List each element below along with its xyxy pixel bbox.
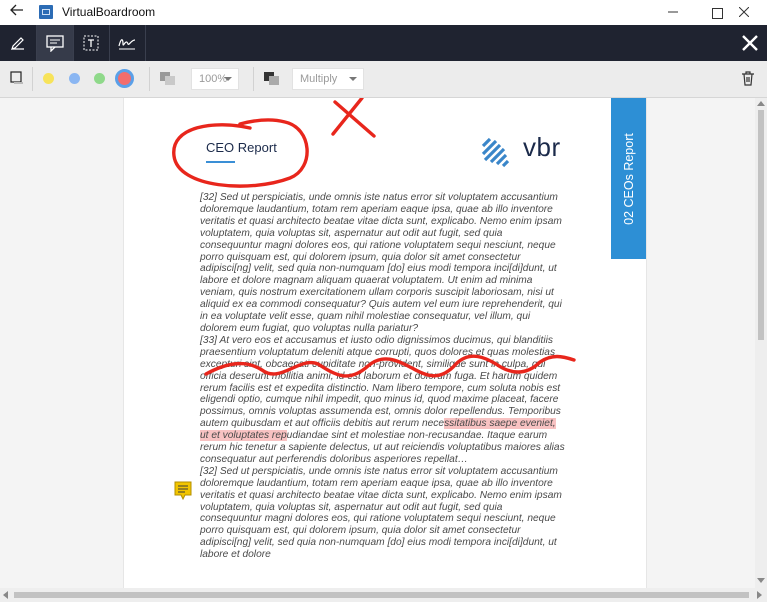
title-underline [206, 161, 235, 163]
opacity-icon [160, 72, 176, 91]
title-bar: VirtualBoardroom [0, 0, 767, 25]
logo-text: vbr [523, 132, 561, 162]
sticky-note-icon[interactable] [174, 481, 192, 506]
paragraph: [32] Sed ut perspiciatis, unde omnis ist… [200, 465, 562, 561]
pen-icon[interactable] [0, 25, 36, 61]
document-viewer[interactable]: CEO Report vbr 02 CEOs Report [32] Sed u… [0, 98, 755, 588]
color-swatch-yellow[interactable] [43, 73, 54, 84]
close-x-icon[interactable] [733, 25, 767, 61]
scroll-thumb[interactable] [14, 592, 749, 598]
document-page[interactable]: CEO Report vbr 02 CEOs Report [32] Sed u… [123, 98, 647, 588]
scroll-thumb[interactable] [758, 110, 764, 340]
square-outline-icon[interactable] [10, 71, 24, 90]
trash-icon[interactable] [741, 71, 755, 91]
vbr-app-icon [39, 5, 53, 19]
signature-icon[interactable] [109, 25, 145, 61]
comment-icon[interactable] [37, 25, 73, 61]
close-icon[interactable] [721, 0, 767, 25]
blend-mode-value: Multiply [300, 73, 338, 85]
section-side-tab[interactable]: 02 CEOs Report [611, 98, 646, 259]
paragraph: [32] Sed ut perspiciatis, unde omnis ist… [200, 192, 562, 334]
color-swatch-red[interactable] [115, 69, 134, 88]
scroll-up-icon[interactable] [757, 101, 765, 106]
scroll-down-icon[interactable] [757, 578, 765, 583]
opacity-dropdown[interactable]: 100% [191, 68, 239, 90]
report-title: CEO Report [206, 140, 277, 155]
opacity-value: 100% [199, 73, 228, 85]
horizontal-scrollbar[interactable] [0, 588, 767, 602]
report-body: [32] Sed ut perspiciatis, unde omnis ist… [200, 192, 566, 561]
color-swatch-blue[interactable] [69, 73, 80, 84]
color-swatch-green[interactable] [94, 73, 105, 84]
paragraph: [33] At vero eos et accusamus et iusto o… [200, 335, 566, 466]
blend-mode-dropdown[interactable]: Multiply [292, 68, 364, 90]
scroll-left-icon[interactable] [3, 591, 8, 599]
side-tab-label: 02 CEOs Report [621, 132, 636, 225]
paragraph-text: [33] At vero eos et accusamus et iusto o… [200, 334, 561, 430]
text-box-icon[interactable] [73, 25, 109, 61]
minimize-icon[interactable] [650, 0, 696, 25]
blend-mode-icon [264, 72, 280, 91]
annotation-toolbar [0, 25, 767, 61]
vertical-scrollbar[interactable] [755, 98, 767, 588]
chevron-down-icon [224, 77, 232, 81]
window-title: VirtualBoardroom [62, 5, 156, 19]
back-arrow-icon[interactable] [6, 2, 28, 22]
scroll-right-icon[interactable] [757, 591, 762, 599]
options-bar: 100% Multiply [0, 61, 767, 98]
chevron-down-icon [349, 77, 357, 81]
